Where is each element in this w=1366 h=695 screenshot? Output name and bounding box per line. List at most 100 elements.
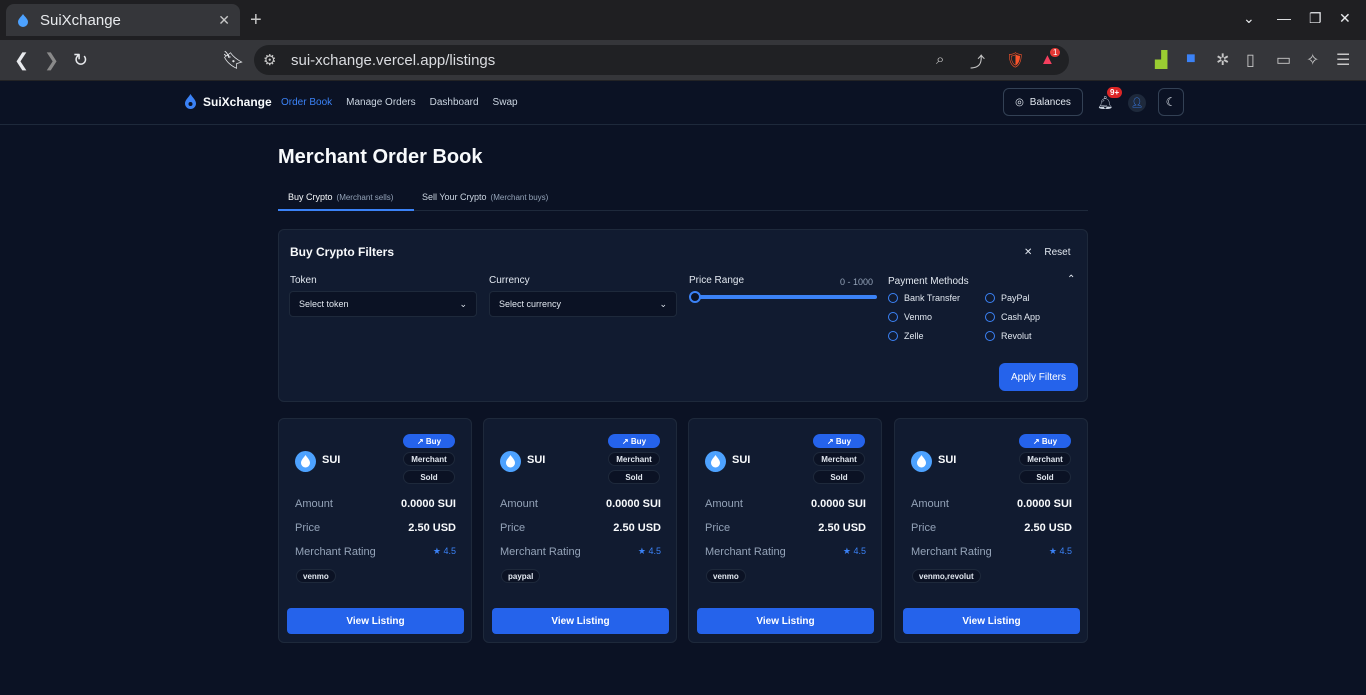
minimize-icon[interactable]: — (1277, 10, 1291, 26)
method-cash-app[interactable]: Cash App (985, 312, 1040, 322)
tab-buy-crypto[interactable]: Buy Crypto (Merchant sells) (288, 192, 393, 202)
method-label: PayPal (1001, 293, 1030, 303)
bookmark-icon[interactable]: 🔖︎ (222, 50, 245, 71)
token-name: SUI (938, 454, 957, 466)
view-listing-button[interactable]: View Listing (492, 608, 669, 634)
theme-toggle-button[interactable]: ☾ (1158, 88, 1184, 116)
rating-number: 4.5 (853, 546, 866, 556)
price-value: 2.50 USD (613, 522, 661, 534)
page-title: Merchant Order Book (278, 146, 483, 168)
brave-shield-icon[interactable]: 🛡︎ (1006, 51, 1025, 69)
rating-value: ★ 4.5 (433, 546, 456, 558)
rewards-badge: 1 (1050, 48, 1061, 57)
sui-coin-icon (705, 451, 726, 472)
buy-badge-label: Buy (630, 436, 647, 446)
price-label: Price (705, 522, 731, 534)
view-listing-button[interactable]: View Listing (287, 608, 464, 634)
chevron-up-icon[interactable]: ⌃ (1067, 274, 1075, 285)
extensions-puzzle-icon[interactable]: ✲ (1216, 50, 1229, 70)
buy-badge: ↗ Buy (608, 434, 660, 448)
radio-circle (985, 331, 995, 341)
tab-sell-crypto[interactable]: Sell Your Crypto (Merchant buys) (422, 192, 548, 202)
sui-coin-icon (295, 451, 316, 472)
chevron-down-icon: ⌄ (659, 298, 667, 309)
radio-circle (888, 293, 898, 303)
wallet-icon[interactable]: ▭ (1276, 50, 1291, 70)
amount-value: 0.0000 SUI (1016, 498, 1072, 510)
method-paypal[interactable]: PayPal (985, 293, 1030, 303)
reset-button[interactable]: ✕ Reset (1024, 247, 1071, 258)
new-tab-icon[interactable]: + (250, 9, 262, 32)
leo-ai-icon[interactable]: ✧ (1306, 50, 1319, 70)
amount-row: Amount 0.0000 SUI (295, 498, 456, 510)
apply-filters-button[interactable]: Apply Filters (999, 363, 1078, 391)
price-row: Price 2.50 USD (295, 522, 456, 534)
back-icon[interactable]: ❮ (14, 50, 29, 71)
view-listing-button[interactable]: View Listing (903, 608, 1080, 634)
method-label: Bank Transfer (904, 293, 961, 303)
nav-swap[interactable]: Swap (493, 97, 518, 108)
maximize-icon[interactable]: ❐ (1309, 10, 1322, 27)
token-label: Token (290, 275, 317, 286)
method-zelle[interactable]: Zelle (888, 331, 924, 341)
price-range-track[interactable] (690, 295, 877, 299)
rating-number: 4.5 (1059, 546, 1072, 556)
url-text: sui-xchange.vercel.app/listings (291, 52, 496, 69)
currency-select[interactable]: Select currency ⌄ (489, 291, 677, 317)
amount-value: 0.0000 SUI (810, 498, 866, 510)
browser-tab[interactable]: SuiXchange ✕ (6, 4, 240, 36)
nav-order-book[interactable]: Order Book (281, 97, 332, 108)
sold-badge: Sold (403, 470, 455, 484)
sidebar-icon[interactable]: ▯ (1246, 50, 1255, 70)
chevron-down-icon: ⌄ (459, 298, 467, 309)
price-range-value: 0 - 1000 (840, 277, 874, 287)
listing-card: SUI ↗ Buy Merchant Sold Amount 0.0000 SUI… (483, 418, 677, 643)
tab-buy-crypto-label: Buy Crypto (288, 192, 333, 202)
tab-close-icon[interactable]: ✕ (218, 12, 230, 29)
method-revolut[interactable]: Revolut (985, 331, 1032, 341)
token-select[interactable]: Select token ⌄ (289, 291, 477, 317)
amount-label: Amount (295, 498, 333, 510)
app-header: SuiXchange Order Book Manage Orders Dash… (0, 81, 1366, 125)
method-venmo[interactable]: Venmo (888, 312, 932, 322)
rating-row: Merchant Rating ★ 4.5 (295, 546, 456, 558)
buy-badge-label: Buy (1041, 436, 1058, 446)
zoom-icon[interactable]: ⌕ (936, 51, 944, 68)
view-listing-button[interactable]: View Listing (697, 608, 874, 634)
sui-coin-icon (911, 451, 932, 472)
balances-label: Balances (1029, 96, 1071, 108)
share-icon[interactable]: ⤴ (970, 51, 985, 72)
moon-icon: ☾ (1165, 95, 1177, 109)
amount-label: Amount (705, 498, 743, 510)
listing-card: SUI ↗ Buy Merchant Sold Amount 0.0000 SUI… (688, 418, 882, 643)
rating-label: Merchant Rating (705, 546, 786, 558)
main-nav: Order Book Manage Orders Dashboard Swap (281, 97, 518, 108)
tab-sell-crypto-sub: (Merchant buys) (490, 193, 549, 202)
nav-manage-orders[interactable]: Manage Orders (346, 97, 415, 108)
rating-number: 4.5 (648, 546, 661, 556)
forward-icon[interactable]: ❯ (44, 50, 59, 71)
price-value: 2.50 USD (408, 522, 456, 534)
extension-chart-icon[interactable]: ▟ (1155, 50, 1167, 70)
tab-list-icon[interactable]: ⌄ (1243, 10, 1255, 27)
method-bank-transfer[interactable]: Bank Transfer (888, 293, 960, 303)
reload-icon[interactable]: ↻ (73, 50, 88, 71)
rating-label: Merchant Rating (911, 546, 992, 558)
balances-button[interactable]: ◎ Balances (1003, 88, 1083, 116)
active-tab-indicator (278, 209, 414, 211)
rating-value: ★ 4.5 (638, 546, 661, 558)
window-close-icon[interactable]: ✕ (1339, 10, 1351, 27)
address-bar[interactable]: ⚙ sui-xchange.vercel.app/listings ⌕ ⤴ 🛡︎… (254, 45, 1069, 75)
nav-dashboard[interactable]: Dashboard (430, 97, 479, 108)
brand-name: SuiXchange (203, 94, 272, 109)
amount-row: Amount 0.0000 SUI (911, 498, 1072, 510)
brand-logo-link[interactable]: SuiXchange (184, 94, 272, 109)
user-avatar[interactable]: 👤︎ (1128, 94, 1146, 112)
price-label: Price (911, 522, 937, 534)
site-info-icon[interactable]: ⚙ (263, 51, 276, 69)
extension-blue-icon[interactable]: ■ (1186, 50, 1196, 68)
method-label: Zelle (904, 331, 924, 341)
payment-method-tag: venmo (296, 569, 336, 583)
menu-icon[interactable]: ☰ (1336, 50, 1350, 70)
price-range-thumb[interactable] (689, 291, 701, 303)
